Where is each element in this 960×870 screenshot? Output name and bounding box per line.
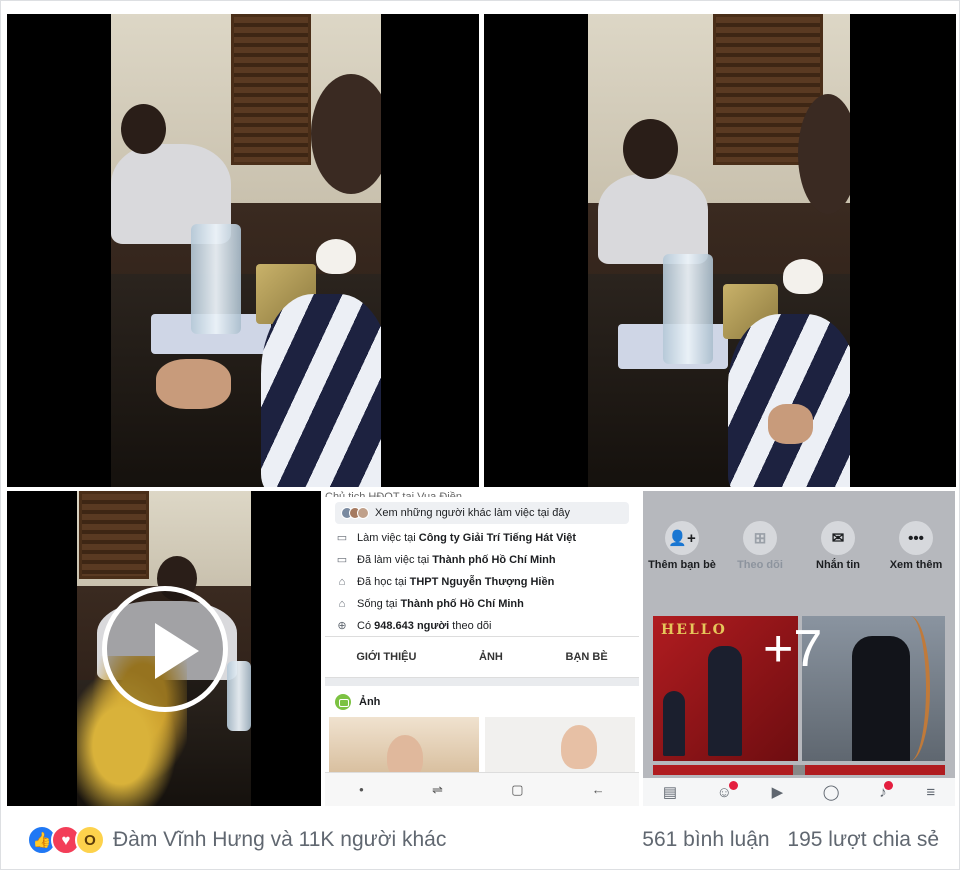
profile-actions: 👤+ Thêm bạn bè ⊞ Theo dõi ✉ Nhắn tin •••… (643, 521, 955, 596)
tab-photos[interactable]: ẢNH (479, 651, 503, 663)
profile-tabs: GIỚI THIỆU ẢNH BẠN BÈ (325, 636, 639, 678)
more-button[interactable]: ••• Xem thêm (881, 521, 951, 596)
see-others-label: Xem những người khác làm việc tại đây (375, 507, 570, 519)
photo-icon (335, 694, 351, 710)
see-others-link[interactable]: Xem những người khác làm việc tại đây (335, 502, 629, 524)
messenger-icon: ✉ (821, 521, 855, 555)
news-feed-icon[interactable]: ▤ (663, 783, 677, 801)
wow-reaction-icon: O (75, 825, 105, 855)
post-counts: 561 bình luận 195 lượt chia sẻ (642, 828, 939, 852)
profile-screenshot-actions[interactable]: 👤+ Thêm bạn bè ⊞ Theo dõi ✉ Nhắn tin •••… (643, 491, 955, 806)
facebook-tab-bar: ▤ ☺ ▶ ◯ ♪ ≡ (643, 778, 955, 806)
message-button[interactable]: ✉ Nhắn tin (803, 521, 873, 596)
android-nav-bar: • ⇌ ▢ ← (325, 772, 639, 806)
back-arrow-icon[interactable]: ← (592, 782, 605, 797)
info-worked: ▭ Đã làm việc tại Thành phố Hồ Chí Minh (336, 554, 556, 566)
profile-photo-thumb[interactable] (329, 717, 479, 772)
truncated-text: Chủ tịch HĐQT tại Vua Điền (325, 491, 462, 497)
play-icon (155, 623, 199, 679)
play-button[interactable] (102, 586, 228, 712)
briefcase-icon: ▭ (336, 532, 348, 544)
reactions-summary[interactable]: 👍 ♥ O Đàm Vĩnh Hưng và 11K người khác (27, 825, 446, 855)
profile-icon[interactable]: ◯ (823, 783, 840, 801)
photo-scene (588, 14, 850, 487)
dot-icon[interactable]: • (359, 782, 364, 797)
photo-strip (653, 765, 945, 775)
post-footer: 👍 ♥ O Đàm Vĩnh Hưng và 11K người khác 56… (1, 809, 960, 870)
photos-heading: Ảnh (335, 693, 380, 711)
menu-icon[interactable]: ≡ (926, 784, 935, 801)
info-followers: ⊕ Có 948.643 người theo dõi (335, 617, 491, 635)
info-work: ▭ Làm việc tại Công ty Giải Trí Tiếng Há… (336, 532, 577, 544)
followers-icon: ⊕ (337, 620, 347, 632)
archer-photo[interactable] (802, 616, 945, 761)
graduation-cap-icon: ⌂ (338, 576, 346, 588)
watch-icon[interactable]: ▶ (772, 783, 784, 801)
shares-count[interactable]: 195 lượt chia sẻ (787, 828, 939, 851)
post-video[interactable] (7, 491, 321, 806)
more-icon: ••• (899, 521, 933, 555)
post-photo-2[interactable] (484, 14, 956, 487)
follow-button[interactable]: ⊞ Theo dõi (725, 521, 795, 596)
post-photo-1[interactable] (7, 14, 479, 487)
tab-friends[interactable]: BẠN BÈ (566, 651, 608, 663)
home-icon: ⌂ (338, 598, 346, 610)
friends-icon[interactable]: ☺ (717, 780, 739, 801)
facebook-post: Chủ tịch HĐQT tại Vua Điền Xem những ngư… (0, 0, 960, 870)
recents-icon[interactable]: ⇌ (432, 782, 443, 798)
avatar-group (341, 507, 369, 519)
info-education: ⌂ Đã học tại THPT Nguyễn Thượng Hiền (335, 573, 555, 591)
add-friend-icon: 👤+ (665, 521, 699, 555)
notifications-icon[interactable]: ♪ (879, 780, 892, 801)
add-friend-button[interactable]: 👤+ Thêm bạn bè (647, 521, 717, 596)
profile-screenshot-about[interactable]: Chủ tịch HĐQT tại Vua Điền Xem những ngư… (325, 491, 639, 806)
profile-photo-thumb[interactable] (485, 717, 635, 772)
briefcase-icon: ▭ (336, 554, 348, 566)
more-photos-count[interactable]: +7 (763, 619, 822, 679)
comments-count[interactable]: 561 bình luận (642, 828, 769, 851)
tab-about[interactable]: GIỚI THIỆU (356, 651, 416, 663)
reaction-names[interactable]: Đàm Vĩnh Hưng và 11K người khác (113, 828, 446, 852)
divider (325, 678, 639, 686)
follow-icon: ⊞ (743, 521, 777, 555)
photo-scene (111, 14, 381, 487)
home-square-icon[interactable]: ▢ (511, 782, 523, 798)
info-lives: ⌂ Sống tại Thành phố Hồ Chí Minh (335, 595, 524, 613)
